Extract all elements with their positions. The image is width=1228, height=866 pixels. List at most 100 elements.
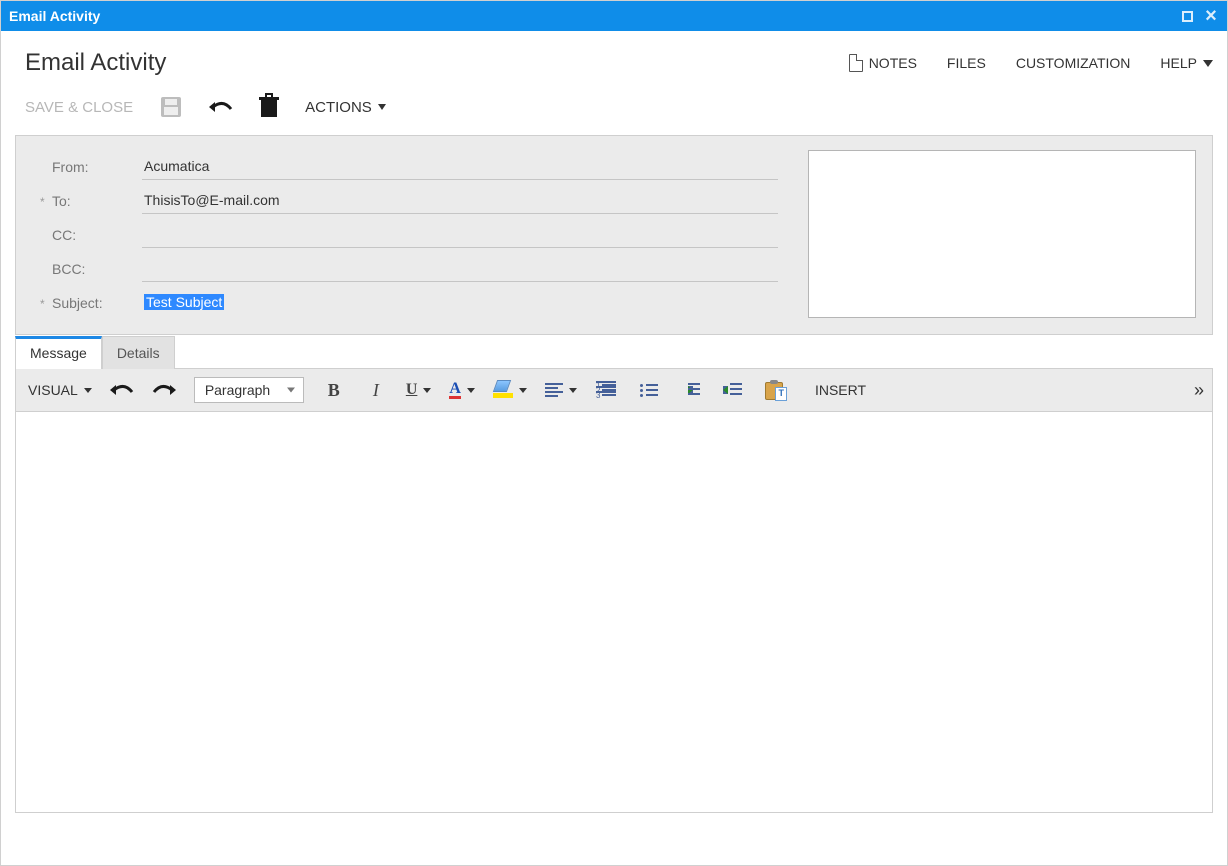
subject-input[interactable]: Test Subject — [142, 290, 778, 316]
indent-button[interactable] — [679, 379, 703, 401]
outdent-icon — [724, 383, 742, 397]
undo-button[interactable] — [209, 99, 233, 115]
window-titlebar: Email Activity × — [1, 1, 1227, 31]
to-value: ThisisTo@E-mail.com — [142, 192, 280, 208]
paragraph-label: Paragraph — [205, 382, 270, 398]
toolbar-overflow-button[interactable]: » — [1194, 380, 1200, 401]
overflow-icon: » — [1194, 380, 1200, 400]
unordered-list-icon — [640, 383, 658, 397]
to-input[interactable]: ThisisTo@E-mail.com — [142, 188, 778, 214]
editor-undo-button[interactable] — [110, 382, 134, 398]
bcc-input[interactable] — [142, 256, 778, 282]
trash-icon — [261, 97, 277, 117]
notes-button[interactable]: NOTES — [849, 54, 917, 72]
from-value: Acumatica — [142, 158, 209, 174]
ordered-list-button[interactable]: 1 2 3 — [595, 379, 619, 401]
chevron-down-icon — [84, 388, 92, 393]
bold-icon: B — [328, 380, 340, 401]
unordered-list-button[interactable] — [637, 379, 661, 401]
subject-value: Test Subject — [144, 294, 224, 310]
chevron-down-icon — [287, 388, 295, 393]
to-row: To: ThisisTo@E-mail.com — [32, 184, 778, 218]
tab-details-label: Details — [117, 345, 160, 361]
undo-icon — [110, 382, 134, 398]
tab-body: VISUAL Paragraph — [15, 368, 1213, 813]
italic-button[interactable]: I — [364, 379, 388, 401]
from-label: From: — [32, 159, 142, 175]
actions-button[interactable]: ACTIONS — [305, 99, 386, 116]
window-title: Email Activity — [9, 8, 100, 24]
tab-details[interactable]: Details — [102, 336, 175, 369]
insert-label: INSERT — [815, 382, 866, 398]
align-button[interactable] — [545, 383, 577, 397]
ordered-list-icon: 1 2 3 — [598, 383, 616, 397]
delete-button[interactable] — [261, 97, 277, 117]
visual-label: VISUAL — [28, 382, 78, 398]
header-actions: NOTES FILES CUSTOMIZATION HELP — [849, 54, 1213, 72]
editor-toolbar: VISUAL Paragraph — [16, 369, 1212, 412]
preview-box — [808, 150, 1196, 318]
customization-label: CUSTOMIZATION — [1016, 55, 1131, 71]
bold-button[interactable]: B — [322, 379, 346, 401]
font-color-button[interactable]: A — [449, 382, 475, 399]
subject-label: Subject: — [32, 295, 142, 311]
save-icon — [161, 97, 181, 117]
files-label: FILES — [947, 55, 986, 71]
notes-label: NOTES — [869, 55, 917, 71]
bcc-row: BCC: — [32, 252, 778, 286]
actions-label: ACTIONS — [305, 99, 372, 116]
help-button[interactable]: HELP — [1160, 55, 1213, 71]
help-label: HELP — [1160, 55, 1197, 71]
editor-redo-button[interactable] — [152, 382, 176, 398]
save-close-button[interactable]: SAVE & CLOSE — [25, 99, 133, 116]
tabs-container: Message Details VISUAL — [15, 335, 1213, 813]
window-maximize-icon[interactable] — [1179, 8, 1195, 24]
save-button[interactable] — [161, 97, 181, 117]
page-title: Email Activity — [25, 49, 166, 77]
underline-icon: U — [406, 381, 418, 399]
cc-label: CC: — [32, 227, 142, 243]
chevron-down-icon — [467, 388, 475, 393]
cc-value — [142, 226, 144, 242]
main-toolbar: SAVE & CLOSE ACTIONS — [15, 89, 1213, 135]
tab-message-label: Message — [30, 345, 87, 361]
visual-mode-button[interactable]: VISUAL — [28, 382, 92, 398]
files-button[interactable]: FILES — [947, 55, 986, 71]
redo-icon — [152, 382, 176, 398]
undo-icon — [209, 99, 233, 115]
paste-text-button[interactable]: T — [763, 379, 787, 401]
from-row: From: Acumatica — [32, 150, 778, 184]
align-left-icon — [545, 383, 563, 397]
save-close-label: SAVE & CLOSE — [25, 99, 133, 116]
note-icon — [849, 54, 863, 72]
tab-message[interactable]: Message — [15, 336, 102, 369]
bcc-label: BCC: — [32, 261, 142, 277]
chevron-down-icon — [378, 104, 386, 110]
italic-icon: I — [373, 380, 379, 401]
outdent-button[interactable] — [721, 379, 745, 401]
tabs: Message Details — [15, 335, 1213, 368]
email-form-panel: From: Acumatica To: ThisisTo@E-mail.com … — [15, 135, 1213, 335]
customization-button[interactable]: CUSTOMIZATION — [1016, 55, 1131, 71]
bcc-value — [142, 260, 144, 276]
chevron-down-icon — [519, 388, 527, 393]
chevron-down-icon — [1203, 60, 1213, 67]
from-input[interactable]: Acumatica — [142, 154, 778, 180]
indent-icon — [682, 383, 700, 397]
paste-text-icon: T — [765, 380, 785, 400]
chevron-down-icon — [423, 388, 431, 393]
cc-input[interactable] — [142, 222, 778, 248]
page-header: Email Activity NOTES FILES CUSTOMIZATION… — [15, 41, 1213, 89]
paragraph-select[interactable]: Paragraph — [194, 377, 304, 403]
highlight-button[interactable] — [493, 382, 527, 398]
highlight-icon — [493, 382, 513, 398]
insert-button[interactable]: INSERT — [815, 382, 866, 398]
chevron-down-icon — [569, 388, 577, 393]
editor-body[interactable] — [16, 412, 1212, 812]
window-close-icon[interactable]: × — [1203, 8, 1219, 24]
cc-row: CC: — [32, 218, 778, 252]
subject-row: Subject: Test Subject — [32, 286, 778, 320]
underline-button[interactable]: U — [406, 381, 432, 399]
font-color-icon: A — [449, 382, 461, 399]
to-label: To: — [32, 193, 142, 209]
